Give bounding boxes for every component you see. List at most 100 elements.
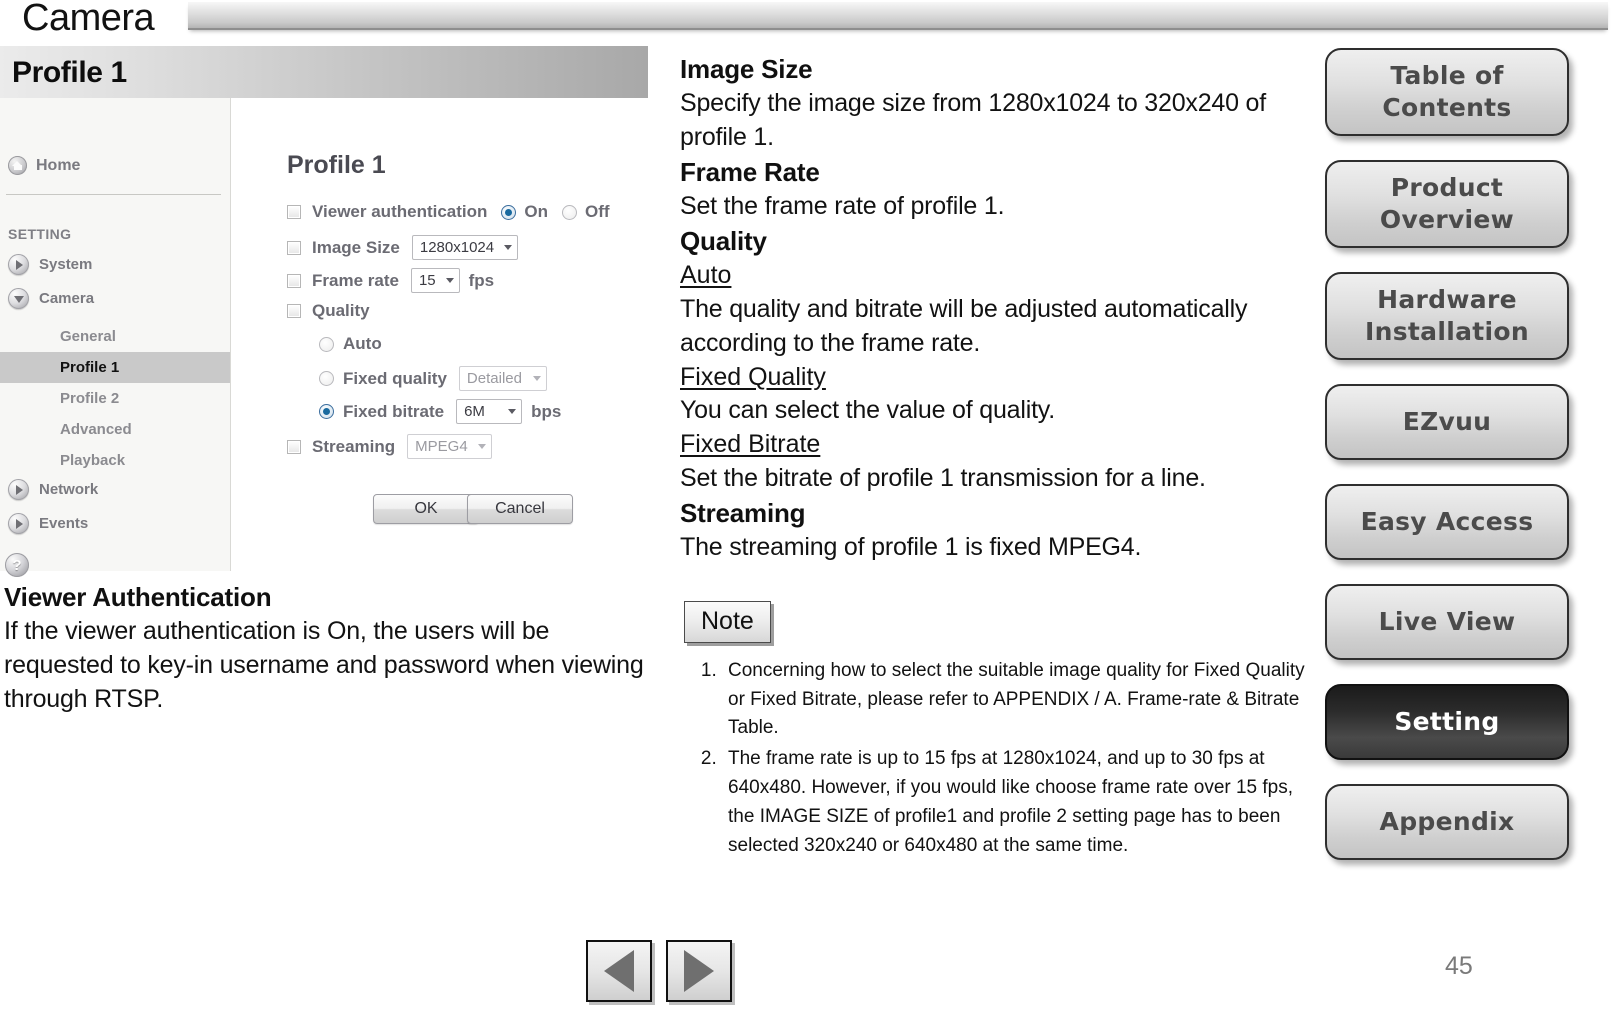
field-streaming: Streaming MPEG4 xyxy=(287,434,492,459)
help-icon[interactable]: ? xyxy=(5,553,29,577)
doc-subheading-fixed-bitrate: Fixed Bitrate xyxy=(680,430,821,459)
select-streaming-value: MPEG4 xyxy=(415,438,468,455)
viewer-authentication-section: Viewer Authentication If the viewer auth… xyxy=(4,580,644,717)
camera-ui-titlebar: Profile 1 xyxy=(0,46,648,98)
top-header: Camera xyxy=(0,0,1616,44)
select-image-size[interactable]: 1280x1024 xyxy=(411,235,519,260)
select-frame-rate-value: 15 xyxy=(418,272,436,289)
doc-heading-frame-rate: Frame Rate xyxy=(680,156,820,187)
radio-quality-auto[interactable] xyxy=(319,336,334,352)
chevron-down-icon xyxy=(532,376,541,381)
note-list-item: The frame rate is up to 15 fps at 1280x1… xyxy=(722,745,1310,861)
nav-button-live-view[interactable]: Live View xyxy=(1325,584,1569,660)
frame-rate-unit: fps xyxy=(468,270,495,290)
option-quality-auto-label: Auto xyxy=(343,334,382,353)
sidebar-item-network-label: Network xyxy=(39,481,99,498)
select-fixed-bitrate[interactable]: 6M xyxy=(456,399,523,424)
field-viewer-authentication-label: Viewer authentication xyxy=(312,202,488,221)
field-viewer-authentication: Viewer authentication On Off xyxy=(287,202,610,222)
select-image-size-value: 1280x1024 xyxy=(419,239,495,256)
radio-viewer-auth-off-label: Off xyxy=(585,202,610,221)
ok-button[interactable]: OK xyxy=(373,494,479,524)
select-fixed-quality-value: Detailed xyxy=(466,370,522,387)
nav-button-hardware-installation[interactable]: Hardware Installation xyxy=(1325,272,1569,360)
doc-heading-quality: Quality xyxy=(680,225,767,256)
sidebar-item-advanced[interactable]: Advanced xyxy=(0,414,230,445)
sidebar-item-general-label: General xyxy=(60,328,116,345)
nav-button-product-overview[interactable]: Product Overview xyxy=(1325,160,1569,248)
nav-button-easy-access[interactable]: Easy Access xyxy=(1325,484,1569,560)
previous-page-button[interactable] xyxy=(586,940,652,1002)
option-quality-fixed-bitrate-label: Fixed bitrate xyxy=(343,401,445,421)
chevron-down-icon xyxy=(8,288,29,309)
sidebar-item-profile-1[interactable]: Profile 1 xyxy=(0,352,230,383)
documentation-column: Image Size Specify the image size from 1… xyxy=(680,52,1310,863)
option-quality-fixed-bitrate: Fixed bitrate 6M bps xyxy=(319,399,561,424)
note-badge: Note xyxy=(684,600,771,643)
home-icon xyxy=(8,156,27,175)
doc-heading-streaming: Streaming xyxy=(680,497,806,528)
option-quality-fixed-quality: Fixed quality Detailed xyxy=(319,366,547,391)
camera-ui-sidebar: Home SETTING System Camera General Profi… xyxy=(0,98,231,577)
sidebar-item-home[interactable]: Home xyxy=(8,156,80,175)
doc-paragraph-streaming: The streaming of profile 1 is fixed MPEG… xyxy=(680,532,1142,561)
sidebar-divider xyxy=(6,194,221,195)
header-gradient-bar xyxy=(188,2,1608,30)
radio-viewer-auth-on[interactable] xyxy=(501,204,517,220)
page-title: Camera xyxy=(22,0,155,39)
doc-subheading-fixed-quality: Fixed Quality xyxy=(680,362,826,391)
select-fixed-quality[interactable]: Detailed xyxy=(458,366,547,391)
field-frame-rate: Frame rate 15 fps xyxy=(287,268,494,293)
doc-heading-image-size: Image Size xyxy=(680,54,813,84)
option-quality-auto: Auto xyxy=(319,334,382,354)
field-streaming-label: Streaming xyxy=(312,436,396,456)
sidebar-item-events[interactable]: Events xyxy=(8,513,88,534)
bullet-checkbox-icon xyxy=(287,205,301,219)
camera-ui-content: Profile 1 Viewer authentication On Off I… xyxy=(231,98,648,571)
chevron-down-icon xyxy=(508,409,517,414)
bullet-checkbox-icon xyxy=(287,304,301,318)
arrow-left-icon xyxy=(604,950,634,992)
sidebar-item-network[interactable]: Network xyxy=(8,479,98,500)
next-page-button[interactable] xyxy=(666,940,732,1002)
sidebar-item-system[interactable]: System xyxy=(8,254,92,275)
camera-ui-titlebar-label: Profile 1 xyxy=(12,56,127,89)
side-navigation: Table of Contents Product Overview Hardw… xyxy=(1325,48,1573,884)
page-navigation xyxy=(586,940,732,1002)
radio-viewer-auth-off[interactable] xyxy=(562,204,578,220)
sidebar-item-playback[interactable]: Playback xyxy=(0,445,230,476)
nav-button-setting[interactable]: Setting xyxy=(1325,684,1569,760)
sidebar-item-profile-2-label: Profile 2 xyxy=(60,390,120,407)
note-list-item: Concerning how to select the suitable im… xyxy=(722,657,1310,744)
radio-quality-fixed-bitrate[interactable] xyxy=(319,404,334,419)
sidebar-item-general[interactable]: General xyxy=(0,321,230,352)
sidebar-item-events-label: Events xyxy=(39,515,89,532)
select-frame-rate[interactable]: 15 xyxy=(410,268,460,293)
sidebar-item-playback-label: Playback xyxy=(60,452,126,469)
field-image-size-label: Image Size xyxy=(312,237,400,257)
nav-button-ezvuu[interactable]: EZvuu xyxy=(1325,384,1569,460)
form-title: Profile 1 xyxy=(287,151,386,179)
field-frame-rate-label: Frame rate xyxy=(312,270,399,290)
bullet-checkbox-icon xyxy=(287,439,301,454)
bullet-checkbox-icon xyxy=(287,240,301,255)
cancel-button[interactable]: Cancel xyxy=(467,494,573,524)
doc-paragraph-fixed-bitrate: Set the bitrate of profile 1 transmissio… xyxy=(680,463,1206,492)
radio-quality-fixed-quality[interactable] xyxy=(319,371,334,386)
viewer-authentication-paragraph: If the viewer authentication is On, the … xyxy=(4,617,644,713)
sidebar-item-profile-2[interactable]: Profile 2 xyxy=(0,383,230,414)
field-quality: Quality xyxy=(287,301,370,321)
sidebar-item-home-label: Home xyxy=(36,156,81,174)
doc-paragraph-frame-rate: Set the frame rate of profile 1. xyxy=(680,192,1005,221)
option-quality-fixed-quality-label: Fixed quality xyxy=(343,368,447,388)
chevron-down-icon xyxy=(477,444,486,449)
sidebar-item-camera[interactable]: Camera xyxy=(8,288,94,309)
select-streaming[interactable]: MPEG4 xyxy=(407,434,492,459)
nav-button-table-of-contents[interactable]: Table of Contents xyxy=(1325,48,1569,136)
doc-paragraph-fixed-quality: You can select the value of quality. xyxy=(680,396,1056,425)
doc-subheading-auto: Auto xyxy=(680,261,732,290)
chevron-right-icon xyxy=(8,254,29,275)
arrow-right-icon xyxy=(684,950,714,992)
sidebar-item-system-label: System xyxy=(39,256,93,273)
nav-button-appendix[interactable]: Appendix xyxy=(1325,784,1569,860)
